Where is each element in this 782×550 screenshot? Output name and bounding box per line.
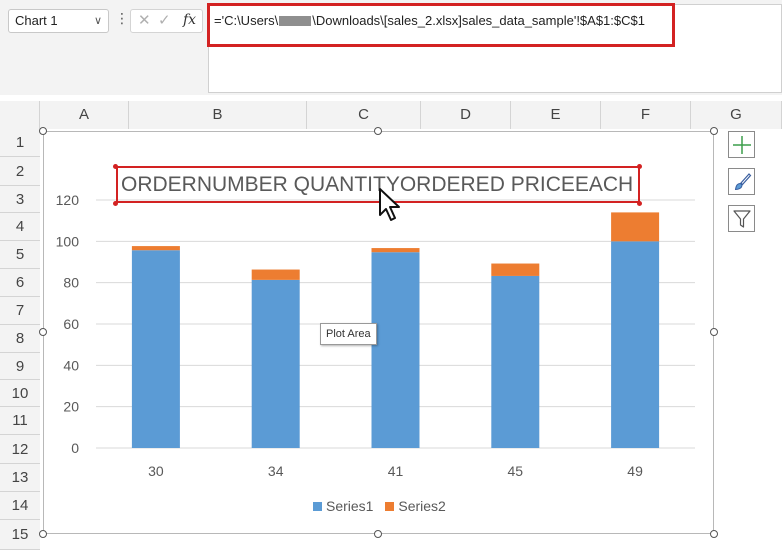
row-header-2[interactable]: 2 bbox=[0, 157, 40, 186]
name-box[interactable]: Chart 1 ∨ bbox=[8, 9, 109, 33]
more-options-icon[interactable]: ⋮ bbox=[115, 10, 129, 27]
resize-handle[interactable] bbox=[374, 127, 382, 135]
bar-series2-49[interactable] bbox=[611, 212, 660, 242]
resize-handle[interactable] bbox=[39, 127, 47, 135]
column-header-e[interactable]: E bbox=[511, 101, 601, 129]
insert-function-icon[interactable]: fx bbox=[183, 12, 196, 28]
plot-area-tooltip: Plot Area bbox=[320, 323, 377, 345]
bar-series2-41[interactable] bbox=[371, 248, 420, 253]
x-tick-label: 49 bbox=[627, 463, 643, 479]
legend-item-series1[interactable]: Series1 bbox=[313, 498, 373, 514]
formula-buttons: ✕ ✓ fx bbox=[130, 9, 203, 33]
title-handle[interactable] bbox=[113, 201, 118, 206]
legend-label: Series2 bbox=[398, 498, 446, 514]
legend-label: Series1 bbox=[326, 498, 374, 514]
legend-swatch bbox=[385, 502, 395, 511]
chart-styles-button[interactable] bbox=[728, 168, 755, 195]
bar-series1-34[interactable] bbox=[251, 279, 300, 448]
y-tick-label: 120 bbox=[56, 192, 80, 208]
bar-series1-30[interactable] bbox=[131, 250, 180, 448]
row-header-9[interactable]: 9 bbox=[0, 353, 40, 380]
y-tick-label: 100 bbox=[56, 233, 80, 249]
bar-series1-41[interactable] bbox=[371, 252, 420, 448]
row-header-4[interactable]: 4 bbox=[0, 213, 40, 241]
chevron-down-icon[interactable]: ∨ bbox=[94, 10, 102, 32]
title-handle[interactable] bbox=[637, 201, 642, 206]
column-header-g[interactable]: G bbox=[691, 101, 782, 129]
row-header-1[interactable]: 1 bbox=[0, 129, 40, 157]
chart-elements-button[interactable] bbox=[728, 131, 755, 158]
row-header-8[interactable]: 8 bbox=[0, 325, 40, 353]
legend-item-series2[interactable]: Series2 bbox=[385, 498, 446, 514]
row-header-12[interactable]: 12 bbox=[0, 435, 40, 464]
column-header-d[interactable]: D bbox=[421, 101, 511, 129]
resize-handle[interactable] bbox=[710, 127, 718, 135]
y-tick-label: 0 bbox=[71, 440, 79, 456]
cancel-icon[interactable]: ✕ bbox=[138, 11, 151, 29]
x-tick-label: 45 bbox=[508, 463, 524, 479]
row-header-15[interactable]: 15 bbox=[0, 520, 40, 550]
y-tick-label: 20 bbox=[63, 399, 79, 415]
formula-highlight-box bbox=[207, 3, 675, 47]
row-header-6[interactable]: 6 bbox=[0, 269, 40, 297]
legend-swatch bbox=[313, 502, 322, 511]
enter-icon[interactable]: ✓ bbox=[158, 11, 171, 29]
brush-icon bbox=[734, 173, 752, 191]
row-header-13[interactable]: 13 bbox=[0, 464, 40, 492]
row-header-7[interactable]: 7 bbox=[0, 297, 40, 325]
bar-series1-45[interactable] bbox=[491, 275, 540, 448]
resize-handle[interactable] bbox=[710, 328, 718, 336]
chart-filters-button[interactable] bbox=[728, 205, 755, 232]
chart-legend[interactable]: Series1 Series2 bbox=[313, 498, 454, 514]
x-tick-label: 34 bbox=[268, 463, 284, 479]
row-header-3[interactable]: 3 bbox=[0, 186, 40, 213]
title-handle[interactable] bbox=[637, 164, 642, 169]
bar-series2-45[interactable] bbox=[491, 263, 540, 276]
y-tick-label: 60 bbox=[63, 316, 79, 332]
resize-handle[interactable] bbox=[710, 530, 718, 538]
bar-series2-30[interactable] bbox=[131, 246, 180, 251]
row-header-14[interactable]: 14 bbox=[0, 492, 40, 520]
row-header-11[interactable]: 11 bbox=[0, 407, 40, 435]
x-tick-label: 30 bbox=[148, 463, 164, 479]
column-header-b[interactable]: B bbox=[129, 101, 307, 129]
title-handle[interactable] bbox=[113, 164, 118, 169]
resize-handle[interactable] bbox=[374, 530, 382, 538]
column-header-c[interactable]: C bbox=[307, 101, 421, 129]
resize-handle[interactable] bbox=[39, 530, 47, 538]
select-all-corner[interactable] bbox=[0, 101, 40, 129]
resize-handle[interactable] bbox=[39, 328, 47, 336]
bar-series2-34[interactable] bbox=[251, 269, 300, 280]
y-tick-label: 80 bbox=[63, 275, 79, 291]
y-tick-label: 40 bbox=[63, 357, 79, 373]
bar-series1-49[interactable] bbox=[611, 241, 660, 448]
column-header-f[interactable]: F bbox=[601, 101, 691, 129]
mouse-cursor-icon bbox=[379, 188, 400, 221]
column-header-a[interactable]: A bbox=[40, 101, 129, 129]
row-header-5[interactable]: 5 bbox=[0, 241, 40, 269]
x-tick-label: 41 bbox=[388, 463, 404, 479]
name-box-value: Chart 1 bbox=[15, 13, 58, 28]
row-header-10[interactable]: 10 bbox=[0, 380, 40, 407]
plus-icon bbox=[733, 136, 751, 154]
funnel-icon bbox=[733, 210, 751, 228]
